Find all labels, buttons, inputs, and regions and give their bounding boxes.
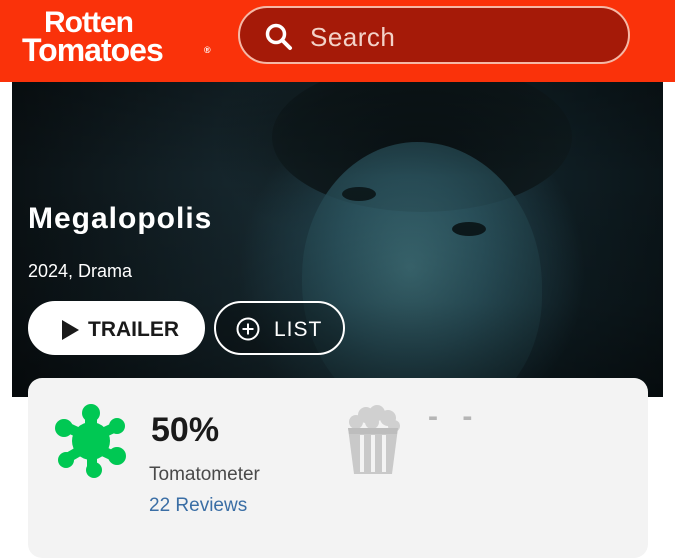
logo-line2: Tomatoes [22, 32, 164, 68]
search-icon [265, 23, 292, 50]
tomatometer-score: 50% [151, 411, 220, 449]
search-bar[interactable]: Search [238, 6, 630, 64]
reviews-link[interactable]: 22 Reviews [149, 495, 247, 517]
trailer-button[interactable]: TRAILER [28, 301, 205, 355]
audience-score: - - [428, 400, 481, 433]
rotten-splat-icon [55, 404, 126, 478]
rotten-tomatoes-logo[interactable]: Rotten Tomatoes ® [22, 8, 212, 70]
search-input[interactable]: Search [310, 22, 395, 53]
tomatometer-label: Tomatometer [149, 464, 260, 485]
score-card: 50% Tomatometer 22 Reviews - - [28, 378, 648, 558]
movie-meta: 2024, Drama [28, 261, 133, 281]
logo-registered-mark: ® [204, 45, 211, 55]
plus-circle-icon [236, 317, 260, 341]
trailer-button-label: TRAILER [88, 318, 179, 341]
movie-title: Megalopolis [28, 202, 213, 235]
popcorn-bucket-icon [348, 405, 400, 474]
site-header: Rotten Tomatoes ® Search [0, 0, 675, 82]
list-button-label: LIST [274, 318, 323, 341]
play-icon [62, 320, 79, 340]
add-to-list-button[interactable]: LIST [214, 301, 345, 355]
